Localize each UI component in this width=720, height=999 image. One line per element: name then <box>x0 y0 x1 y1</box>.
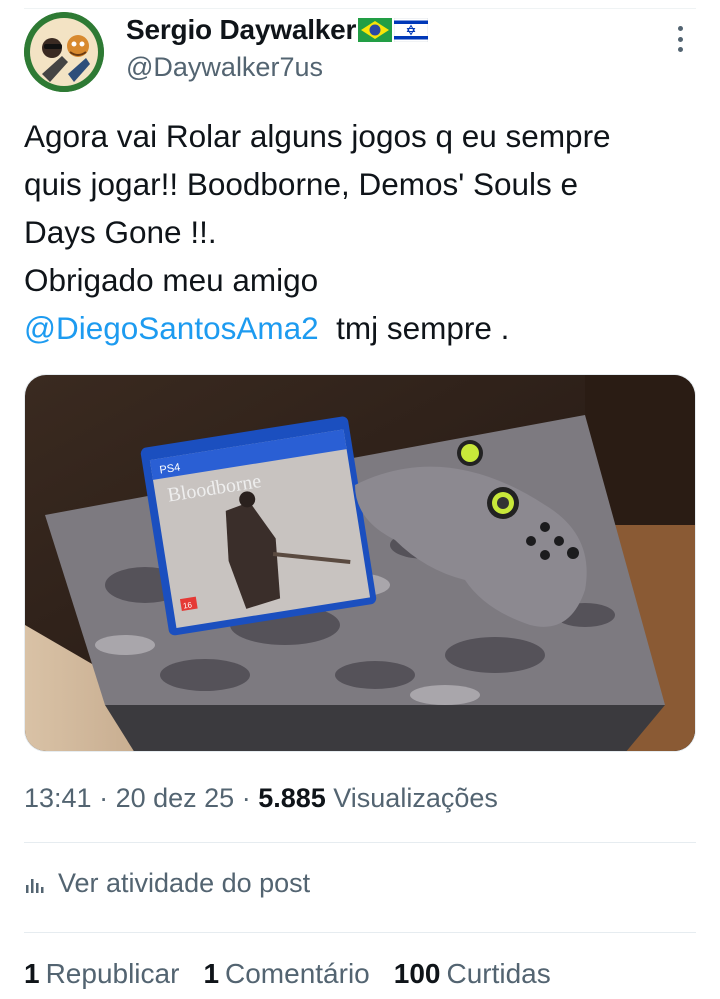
meta-separator: · <box>234 783 259 813</box>
views-label: Visualizações <box>325 783 498 813</box>
reposts-label: Republicar <box>45 958 180 989</box>
tweet-text: Agora vai Rolar alguns jogos q eu sempre… <box>24 112 704 352</box>
mention-link[interactable]: @DiegoSantosAma2 <box>24 310 319 346</box>
analytics-icon <box>26 878 44 893</box>
tweet-line: quis jogar!! Boodborne, Demos' Souls e <box>24 166 579 202</box>
author-name-row[interactable]: Sergio Daywalker <box>126 14 429 46</box>
author-handle[interactable]: @Daywalker7us <box>126 52 323 83</box>
post-meta: 13:41 · 20 dez 25 · 5.885 Visualizações <box>24 783 498 814</box>
avatar[interactable] <box>24 12 104 92</box>
divider <box>24 932 696 933</box>
divider <box>24 842 696 843</box>
tweet-line: Days Gone !!. <box>24 214 217 250</box>
post-time[interactable]: 13:41 <box>24 783 92 813</box>
top-divider <box>24 8 696 9</box>
tweet-line: Obrigado meu amigo <box>24 262 319 298</box>
author-display-name[interactable]: Sergio Daywalker <box>126 14 356 46</box>
post-date[interactable]: 20 dez 25 <box>116 783 235 813</box>
reposts-count: 1 <box>24 958 40 989</box>
views-count: 5.885 <box>258 783 326 813</box>
brazil-flag-icon <box>358 18 393 42</box>
post-activity-label[interactable]: Ver atividade do post <box>58 868 310 899</box>
meta-separator: · <box>91 783 116 813</box>
tweet-photo[interactable]: PS4 Bloodborne 16 <box>24 374 696 752</box>
comments-stat[interactable]: 1 Comentário <box>203 958 369 990</box>
post-activity-button[interactable]: Ver atividade do post <box>24 868 310 899</box>
likes-count: 100 <box>393 958 441 989</box>
comments-count: 1 <box>203 958 220 989</box>
tweet-line: Agora vai Rolar alguns jogos q eu sempre <box>24 118 611 154</box>
post-stats: 1 Republicar 1 Comentário 100 Curtidas <box>24 958 551 990</box>
tweet-line: @DiegoSantosAma2 tmj sempre . <box>24 304 704 352</box>
more-options-icon[interactable] <box>668 24 692 54</box>
reposts-stat[interactable]: 1 Republicar <box>24 958 179 990</box>
tweet-tail: tmj sempre . <box>318 310 510 346</box>
comments-label: Comentário <box>225 958 370 989</box>
likes-stat[interactable]: 100 Curtidas <box>394 958 551 990</box>
likes-label: Curtidas <box>446 958 551 989</box>
israel-flag-icon <box>394 18 429 42</box>
